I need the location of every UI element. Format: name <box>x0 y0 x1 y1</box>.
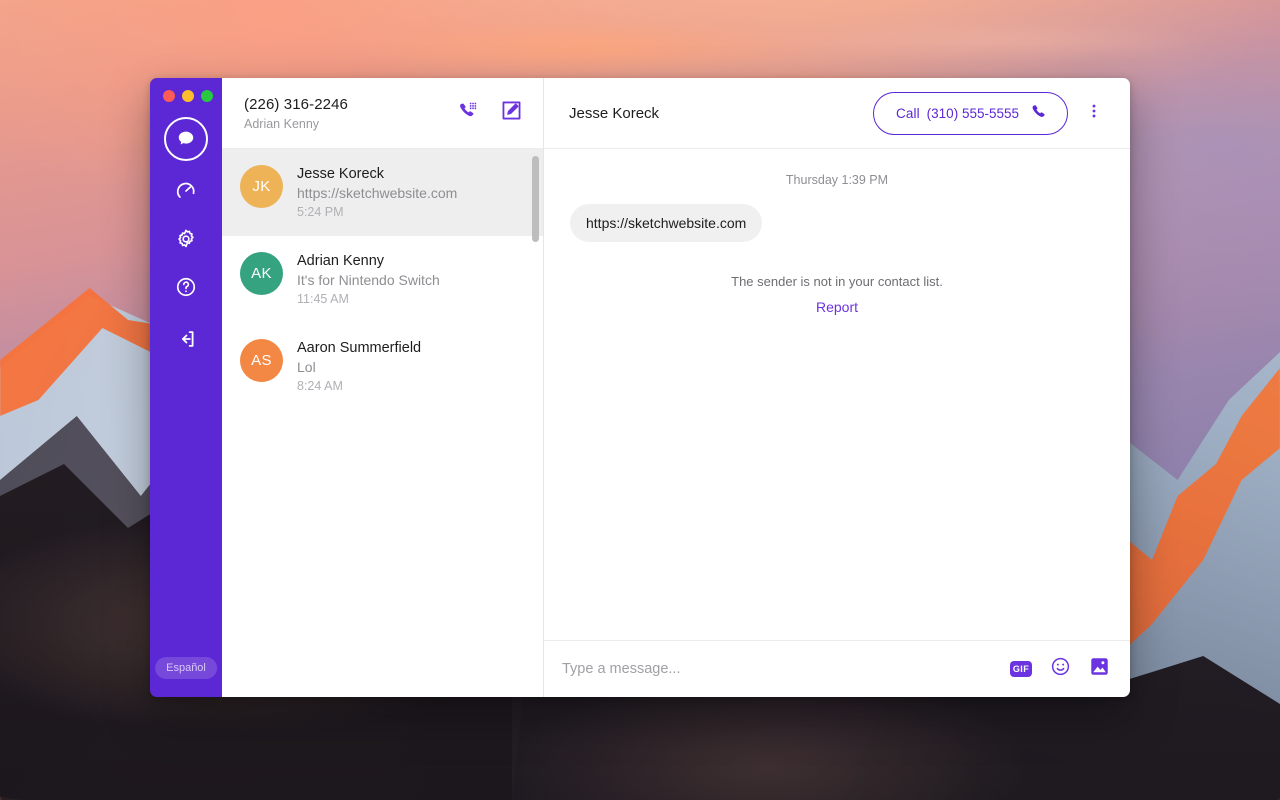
message-composer: GIF <box>544 640 1130 697</box>
thread-more-options-button[interactable] <box>1076 95 1112 131</box>
conversation-preview: Lol <box>297 359 316 375</box>
avatar: AS <box>240 339 283 382</box>
message-row: https://sketchwebsite.com <box>570 204 1104 242</box>
conversation-list-panel: (226) 316-2246 Adrian Kenny JK Jesse Kor… <box>222 78 544 697</box>
account-phone-number: (226) 316-2246 <box>244 95 348 113</box>
maximize-window-button[interactable] <box>201 90 213 102</box>
account-name: Adrian Kenny <box>244 116 320 131</box>
thread-header: Jesse Koreck Call (310) 555-5555 <box>544 78 1130 149</box>
conversation-row[interactable]: AK Adrian Kenny It's for Nintendo Switch… <box>222 236 543 323</box>
conversation-list-scrollbar[interactable] <box>532 156 539 242</box>
attach-image-button[interactable] <box>1089 656 1110 682</box>
conversation-row-text: Aaron Summerfield Lol 8:24 AM <box>297 339 421 393</box>
language-button[interactable]: Español <box>155 657 217 679</box>
call-button[interactable]: Call (310) 555-5555 <box>873 91 1068 135</box>
message-thread-panel: Jesse Koreck Call (310) 555-5555 Thursda… <box>544 78 1130 697</box>
speedometer-icon <box>175 180 197 202</box>
conversation-contact-name: Adrian Kenny <box>297 253 385 269</box>
composer-actions: GIF <box>1010 656 1110 682</box>
gear-icon <box>175 228 197 250</box>
avatar: AK <box>240 252 283 295</box>
gif-button[interactable]: GIF <box>1010 661 1032 677</box>
sender-notice-text: The sender is not in your contact list. <box>731 274 943 289</box>
conversation-timestamp: 5:24 PM <box>297 205 344 219</box>
avatar-initials: AS <box>251 352 272 369</box>
nav-rail: Español <box>150 78 222 697</box>
account-info: (226) 316-2246 Adrian Kenny <box>244 96 457 131</box>
report-link[interactable]: Report <box>816 299 858 315</box>
sender-not-in-contacts-notice: The sender is not in your contact list. … <box>570 274 1104 315</box>
avatar-initials: JK <box>252 178 271 195</box>
compose-icon <box>500 99 523 127</box>
nav-item-messages[interactable] <box>164 117 208 161</box>
incoming-message-bubble[interactable]: https://sketchwebsite.com <box>570 204 763 242</box>
conversation-row[interactable]: JK Jesse Koreck https://sketchwebsite.co… <box>222 149 543 236</box>
dialpad-phone-icon <box>457 100 479 127</box>
nav-item-list <box>164 117 208 365</box>
sign-out-icon <box>175 328 197 350</box>
conversation-preview: https://sketchwebsite.com <box>297 185 458 201</box>
dialpad-button[interactable] <box>457 100 479 127</box>
conversation-list[interactable]: JK Jesse Koreck https://sketchwebsite.co… <box>222 149 543 697</box>
conversation-contact-name: Jesse Koreck <box>297 166 385 182</box>
minimize-window-button[interactable] <box>182 90 194 102</box>
phone-icon <box>1030 103 1048 124</box>
desktop-wallpaper: Español (226) 316-2246 Adrian Kenny JK J… <box>0 0 1280 800</box>
conversation-list-actions <box>457 99 523 127</box>
conversation-row-text: Adrian Kenny It's for Nintendo Switch 11… <box>297 252 440 306</box>
conversation-contact-name: Aaron Summerfield <box>297 340 422 356</box>
help-circle-icon <box>175 276 197 298</box>
call-button-number: (310) 555-5555 <box>926 105 1019 121</box>
avatar: JK <box>240 165 283 208</box>
message-input[interactable] <box>562 661 996 677</box>
thread-contact-name: Jesse Koreck <box>569 104 660 122</box>
traffic-lights <box>150 90 213 102</box>
nav-item-help[interactable] <box>164 265 208 309</box>
call-button-label: Call <box>896 105 920 121</box>
nav-item-dashboard[interactable] <box>164 169 208 213</box>
conversation-row-text: Jesse Koreck https://sketchwebsite.com 5… <box>297 165 457 219</box>
nav-item-sign-out[interactable] <box>164 317 208 361</box>
message-thread-body: Thursday 1:39 PM https://sketchwebsite.c… <box>544 149 1130 640</box>
conversation-timestamp: 11:45 AM <box>297 292 349 306</box>
conversation-list-header: (226) 316-2246 Adrian Kenny <box>222 78 543 149</box>
new-message-button[interactable] <box>500 99 523 127</box>
close-window-button[interactable] <box>163 90 175 102</box>
dots-vertical-icon <box>1085 102 1103 125</box>
conversation-preview: It's for Nintendo Switch <box>297 272 440 288</box>
conversation-timestamp: 8:24 AM <box>297 379 343 393</box>
nav-item-settings[interactable] <box>164 217 208 261</box>
messaging-app-window: Español (226) 316-2246 Adrian Kenny JK J… <box>150 78 1130 697</box>
emoji-icon <box>1050 656 1071 682</box>
thread-timestamp: Thursday 1:39 PM <box>785 173 889 187</box>
chat-bubble-icon <box>176 129 196 149</box>
emoji-button[interactable] <box>1050 656 1071 682</box>
conversation-row[interactable]: AS Aaron Summerfield Lol 8:24 AM <box>222 323 543 410</box>
avatar-initials: AK <box>251 265 272 282</box>
image-icon <box>1089 656 1110 682</box>
